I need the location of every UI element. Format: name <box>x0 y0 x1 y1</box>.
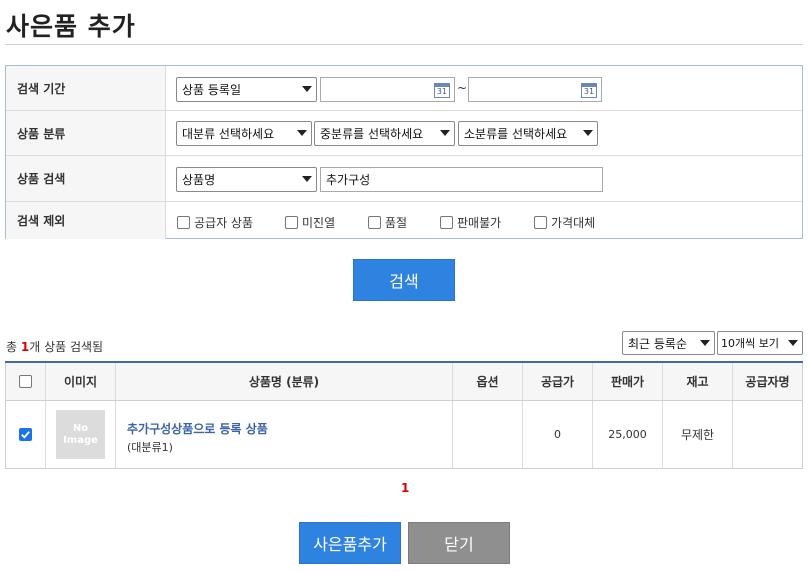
header-product-name: 상품명 (분류) <box>116 363 453 400</box>
title-divider <box>5 44 803 45</box>
checkbox-icon[interactable] <box>440 216 453 229</box>
row-sale-price: 25,000 <box>593 401 663 468</box>
no-image-text-1: No <box>72 422 89 434</box>
checkbox-icon[interactable] <box>368 216 381 229</box>
date-separator: ~ <box>457 81 468 95</box>
header-stock: 재고 <box>663 363 733 400</box>
header-option: 옵션 <box>453 363 523 400</box>
check-icon <box>21 431 30 439</box>
result-count: 총 1개 상품 검색됨 <box>6 338 103 355</box>
calendar-icon[interactable]: 31 <box>434 83 450 98</box>
sort-select[interactable]: 최근 등록순 <box>622 331 715 355</box>
exclude-price-replace-checkbox[interactable]: 가격대체 <box>534 214 595 231</box>
row-image-cell: No Image <box>46 401 116 468</box>
header-sale-price: 판매가 <box>593 363 663 400</box>
period-type-value: 상품 등록일 <box>182 83 242 97</box>
chevron-down-icon <box>302 86 312 92</box>
calendar-icon-text: 31 <box>436 87 448 96</box>
per-page-select[interactable]: 10개씩 보기 <box>717 331 803 355</box>
pagination-current[interactable]: 1 <box>401 481 409 495</box>
close-button[interactable]: 닫기 <box>408 522 510 564</box>
result-count-suffix: 개 상품 검색됨 <box>29 340 104 354</box>
product-category: (대분류1) <box>127 441 173 454</box>
category-small-select[interactable]: 소분류를 선택하세요 <box>458 121 598 146</box>
product-search-value: 추가구성 <box>326 173 371 187</box>
chevron-down-icon <box>700 340 710 346</box>
chevron-down-icon <box>297 130 307 136</box>
product-search-label: 상품 검색 <box>6 156 166 201</box>
search-row-period: 검색 기간 상품 등록일 31 ~ 31 <box>6 66 802 111</box>
sort-value: 최근 등록순 <box>628 336 688 351</box>
per-page-value: 10개씩 보기 <box>721 337 779 350</box>
row-option <box>453 401 523 468</box>
chevron-down-icon <box>440 130 450 136</box>
exclude-label: 검색 제외 <box>6 202 166 239</box>
chevron-down-icon <box>583 130 593 136</box>
table-header: 이미지 상품명 (분류) 옵션 공급가 판매가 재고 공급자명 <box>5 363 803 401</box>
row-select-cell <box>5 401 46 468</box>
search-row-product: 상품 검색 상품명 추가구성 <box>6 156 802 202</box>
header-image: 이미지 <box>46 363 116 400</box>
exclude-unsellable-checkbox[interactable]: 판매불가 <box>440 214 501 231</box>
category-large-value: 대분류 선택하세요 <box>182 127 275 141</box>
calendar-icon[interactable]: 31 <box>581 83 597 98</box>
calendar-icon-text: 31 <box>583 87 595 96</box>
page-title: 사은품 추가 <box>6 12 136 41</box>
exclude-price-replace-label: 가격대체 <box>551 216 596 230</box>
result-count-prefix: 총 <box>6 340 21 354</box>
period-type-select[interactable]: 상품 등록일 <box>176 77 317 102</box>
checkbox-icon[interactable] <box>534 216 547 229</box>
product-field-value: 상품명 <box>182 173 216 187</box>
category-small-value: 소분류를 선택하세요 <box>464 127 568 141</box>
product-table: 이미지 상품명 (분류) 옵션 공급가 판매가 재고 공급자명 No Image… <box>5 361 803 469</box>
exclude-soldout-checkbox[interactable]: 품절 <box>368 214 407 231</box>
search-button[interactable]: 검색 <box>353 259 455 301</box>
exclude-supplier-checkbox[interactable]: 공급자 상품 <box>177 214 253 231</box>
select-all-checkbox[interactable] <box>19 375 32 388</box>
product-name-link[interactable]: 추가구성상품으로 등록 상품 <box>127 420 268 437</box>
exclude-supplier-label: 공급자 상품 <box>194 216 254 230</box>
no-image-text-2: Image <box>63 434 98 446</box>
search-panel: 검색 기간 상품 등록일 31 ~ 31 상품 분류 대분류 선택하세요 중분류… <box>5 65 803 239</box>
search-row-category: 상품 분류 대분류 선택하세요 중분류를 선택하세요 소분류를 선택하세요 <box>6 111 802 156</box>
table-row[interactable]: No Image 추가구성상품으로 등록 상품 (대분류1) 0 25,000 … <box>5 401 803 469</box>
chevron-down-icon <box>302 176 312 182</box>
checkbox-icon[interactable] <box>177 216 190 229</box>
row-product-cell: 추가구성상품으로 등록 상품 (대분류1) <box>116 401 453 468</box>
product-search-input[interactable]: 추가구성 <box>320 167 603 192</box>
chevron-down-icon <box>788 340 798 346</box>
category-medium-select[interactable]: 중분류를 선택하세요 <box>314 121 455 146</box>
checkbox-icon[interactable] <box>285 216 298 229</box>
category-medium-value: 중분류를 선택하세요 <box>320 127 424 141</box>
row-supplier <box>733 401 803 468</box>
row-supply-price: 0 <box>523 401 593 468</box>
add-gift-button[interactable]: 사은품추가 <box>299 522 401 564</box>
exclude-undisplayed-checkbox[interactable]: 미진열 <box>285 214 335 231</box>
period-label: 검색 기간 <box>6 66 166 110</box>
result-count-number: 1 <box>20 340 30 354</box>
no-image-placeholder: No Image <box>56 410 105 459</box>
row-checkbox[interactable] <box>19 428 32 441</box>
row-stock: 무제한 <box>663 401 733 468</box>
category-large-select[interactable]: 대분류 선택하세요 <box>176 121 312 146</box>
date-to-input[interactable]: 31 <box>468 77 602 102</box>
exclude-unsellable-label: 판매불가 <box>457 216 502 230</box>
select-all-cell <box>5 363 46 400</box>
date-from-input[interactable]: 31 <box>320 77 455 102</box>
header-supply-price: 공급가 <box>523 363 593 400</box>
header-supplier: 공급자명 <box>733 363 803 400</box>
exclude-soldout-label: 품절 <box>385 216 408 230</box>
category-label: 상품 분류 <box>6 111 166 155</box>
search-row-exclude: 검색 제외 공급자 상품 미진열 품절 판매불가 가격대체 <box>6 202 802 239</box>
exclude-undisplayed-label: 미진열 <box>302 216 336 230</box>
product-field-select[interactable]: 상품명 <box>176 167 317 192</box>
